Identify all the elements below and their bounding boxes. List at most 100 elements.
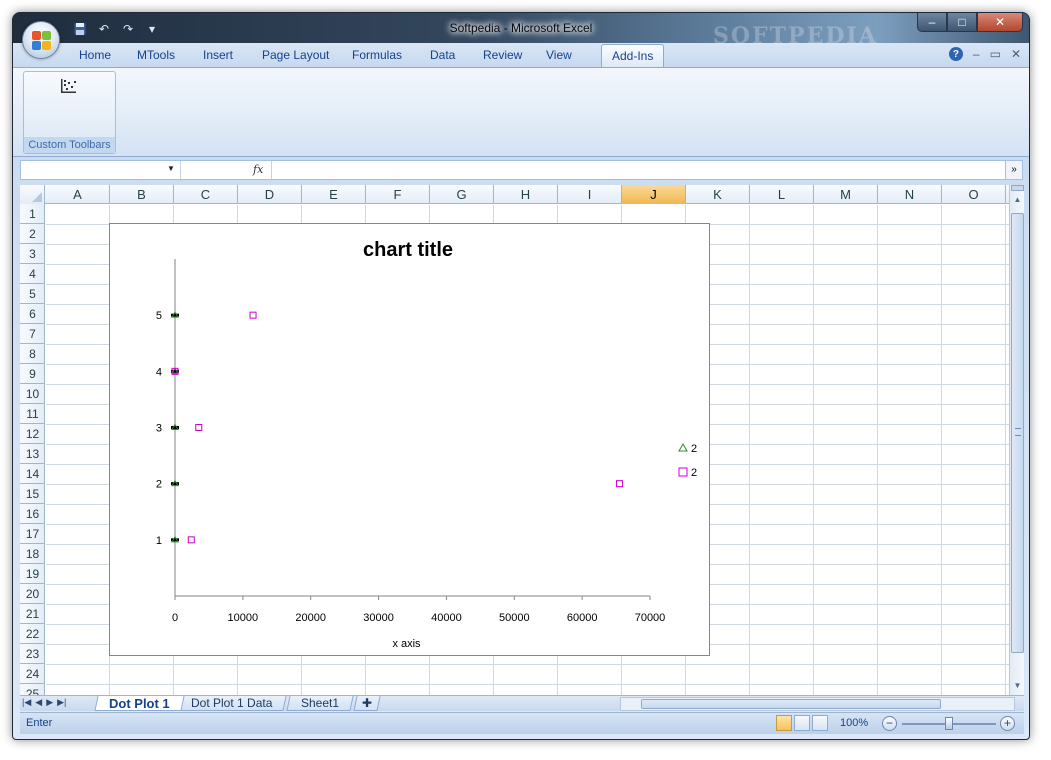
normal-view-button[interactable] <box>776 715 792 731</box>
row-header-8[interactable]: 8 <box>20 344 45 364</box>
ribbon-close-button[interactable]: ✕ <box>1011 47 1021 61</box>
office-logo-icon <box>32 31 52 51</box>
vertical-scrollbar[interactable]: ▲ ▼ <box>1009 185 1024 695</box>
help-icon[interactable]: ? <box>948 47 963 61</box>
column-header-b[interactable]: B <box>110 185 174 204</box>
dot-plot-tool-icon[interactable] <box>60 78 78 94</box>
row-header-14[interactable]: 14 <box>20 464 45 484</box>
redo-icon[interactable]: ↷ <box>119 21 137 37</box>
row-header-23[interactable]: 23 <box>20 644 45 664</box>
column-header-n[interactable]: N <box>878 185 942 204</box>
row-header-1[interactable]: 1 <box>20 204 45 224</box>
tab-home[interactable]: Home <box>79 48 111 62</box>
maximize-button[interactable]: □ <box>947 13 977 32</box>
series-1-point <box>195 424 203 431</box>
office-button[interactable] <box>22 21 60 59</box>
ribbon-restore-button[interactable]: ▭ <box>990 47 1001 61</box>
tab-add-ins[interactable]: Add-Ins <box>601 44 665 67</box>
column-header-l[interactable]: L <box>750 185 814 204</box>
column-header-o[interactable]: O <box>942 185 1006 204</box>
prev-sheet-icon[interactable]: ◀ <box>35 697 42 708</box>
row-header-7[interactable]: 7 <box>20 324 45 344</box>
row-header-17[interactable]: 17 <box>20 524 45 544</box>
vertical-scroll-thumb[interactable] <box>1011 213 1024 653</box>
column-header-f[interactable]: F <box>366 185 430 204</box>
formula-bar: ▼ fx » <box>20 160 1023 180</box>
horizontal-scrollbar[interactable] <box>620 697 1015 711</box>
split-handle[interactable] <box>1011 185 1024 191</box>
row-header-3[interactable]: 3 <box>20 244 45 264</box>
row-header-24[interactable]: 24 <box>20 664 45 684</box>
row-header-6[interactable]: 6 <box>20 304 45 324</box>
column-header-a[interactable]: A <box>46 185 110 204</box>
row-header-22[interactable]: 22 <box>20 624 45 644</box>
zoom-slider-thumb[interactable] <box>945 717 953 730</box>
column-header-i[interactable]: I <box>558 185 622 204</box>
y-tick-label: 2 <box>156 479 162 491</box>
row-header-21[interactable]: 21 <box>20 604 45 624</box>
view-buttons <box>776 715 828 731</box>
insert-sheet-icon[interactable]: ✚ <box>353 696 381 711</box>
zoom-in-button[interactable]: + <box>1000 716 1015 731</box>
sheet-tab-sheet1[interactable]: Sheet1 <box>286 696 354 711</box>
row-header-15[interactable]: 15 <box>20 484 45 504</box>
legend-1-marker <box>678 467 688 477</box>
customize-icon[interactable]: ▾ <box>143 21 161 37</box>
column-header-h[interactable]: H <box>494 185 558 204</box>
column-header-c[interactable]: C <box>174 185 238 204</box>
row-header-18[interactable]: 18 <box>20 544 45 564</box>
zoom-out-button[interactable]: − <box>882 716 897 731</box>
x-tick-label: 0 <box>172 612 178 624</box>
row-header-20[interactable]: 20 <box>20 584 45 604</box>
row-header-16[interactable]: 16 <box>20 504 45 524</box>
row-header-11[interactable]: 11 <box>20 404 45 424</box>
status-mode: Enter <box>26 717 53 729</box>
row-header-5[interactable]: 5 <box>20 284 45 304</box>
tab-insert[interactable]: Insert <box>203 48 233 62</box>
row-header-19[interactable]: 19 <box>20 564 45 584</box>
column-header-g[interactable]: G <box>430 185 494 204</box>
close-button[interactable]: ✕ <box>977 13 1023 32</box>
row-header-12[interactable]: 12 <box>20 424 45 444</box>
horizontal-scroll-thumb[interactable] <box>641 699 941 709</box>
tab-view[interactable]: View <box>546 48 572 62</box>
row-header-4[interactable]: 4 <box>20 264 45 284</box>
zoom-level[interactable]: 100% <box>840 717 868 729</box>
sheet-tab-dot-plot-1[interactable]: Dot Plot 1 <box>94 696 185 711</box>
name-box[interactable] <box>21 161 181 179</box>
expand-formula-bar-icon[interactable]: » <box>1005 161 1022 179</box>
save-icon[interactable] <box>71 21 89 37</box>
sheet-tab-dot-plot-1-data[interactable]: Dot Plot 1 Data <box>176 696 287 711</box>
minimize-button[interactable]: – <box>917 13 947 32</box>
page-break-view-button[interactable] <box>812 715 828 731</box>
ribbon-minimize-button[interactable]: – <box>973 47 980 61</box>
row-header-2[interactable]: 2 <box>20 224 45 244</box>
dot-plot-chart[interactable]: chart title 0 10000 20000 30000 40000 50000 600… <box>109 223 710 656</box>
row-header-13[interactable]: 13 <box>20 444 45 464</box>
select-all-button[interactable] <box>20 185 45 204</box>
scroll-down-icon[interactable]: ▼ <box>1011 679 1024 693</box>
page-layout-view-button[interactable] <box>794 715 810 731</box>
column-header-e[interactable]: E <box>302 185 366 204</box>
name-box-dropdown-icon[interactable]: ▼ <box>167 164 175 173</box>
x-tick-label: 10000 <box>228 612 259 624</box>
scroll-up-icon[interactable]: ▲ <box>1011 193 1024 207</box>
row-header-25[interactable]: 25 <box>20 684 45 695</box>
column-header-j[interactable]: J <box>622 185 686 204</box>
tab-mtools[interactable]: MTools <box>137 48 175 62</box>
tab-review[interactable]: Review <box>483 48 522 62</box>
column-header-m[interactable]: M <box>814 185 878 204</box>
insert-function-icon[interactable]: fx <box>253 163 263 176</box>
tab-formulas[interactable]: Formulas <box>352 48 402 62</box>
row-header-10[interactable]: 10 <box>20 384 45 404</box>
last-sheet-icon[interactable]: ▶| <box>57 697 66 708</box>
next-sheet-icon[interactable]: ▶ <box>46 697 53 708</box>
row-header-9[interactable]: 9 <box>20 364 45 384</box>
tab-page-layout[interactable]: Page Layout <box>262 48 329 62</box>
formula-input[interactable] <box>271 161 1004 179</box>
column-header-k[interactable]: K <box>686 185 750 204</box>
first-sheet-icon[interactable]: |◀ <box>22 697 31 708</box>
tab-data[interactable]: Data <box>430 48 455 62</box>
undo-icon[interactable]: ↶ <box>95 21 113 37</box>
column-header-d[interactable]: D <box>238 185 302 204</box>
